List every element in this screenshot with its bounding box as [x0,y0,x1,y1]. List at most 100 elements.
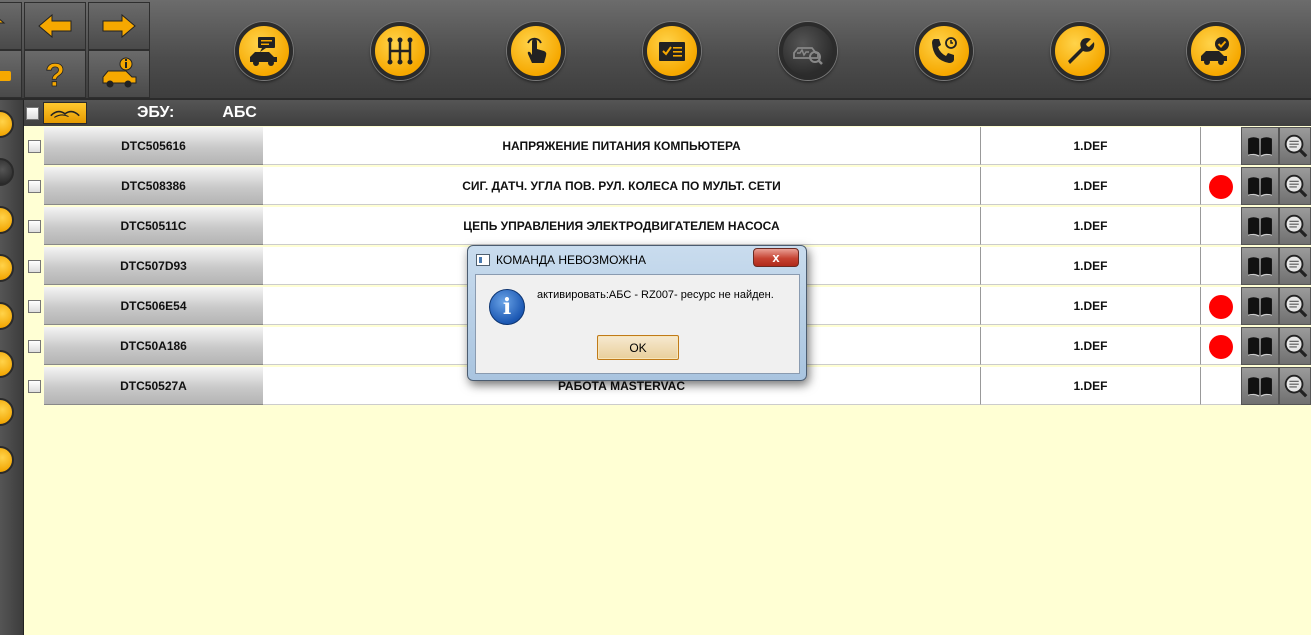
select-all-checkbox[interactable] [26,106,39,120]
vehicle-message-icon [250,37,277,66]
wrench-button[interactable] [1051,22,1109,80]
dialog-close-button[interactable]: x [753,248,799,267]
back-arrow-icon [38,13,72,39]
documentation-button[interactable] [1241,167,1279,205]
details-button[interactable] [1279,327,1311,365]
magnifier-icon [1284,254,1308,278]
magnifier-icon [1284,294,1308,318]
sidebar-button-2[interactable] [0,158,14,186]
left-sidebar [0,100,24,635]
vehicle-message-button[interactable] [235,22,293,80]
help-question-icon: ? [45,57,65,91]
dtc-code[interactable]: DTC506E54 [44,287,263,325]
magnifier-icon [1284,174,1308,198]
documentation-button[interactable] [1241,247,1279,285]
table-row[interactable]: DTC508386 СИГ. ДАТЧ. УГЛА ПОВ. РУЛ. КОЛЕС… [24,166,1311,206]
forward-arrow-icon [102,13,136,39]
dialog-message: активировать:АБС - RZ007- ресурс не найд… [537,289,774,301]
row-checkbox[interactable] [28,300,41,313]
magnifier-icon [1284,334,1308,358]
sidebar-button-1[interactable] [0,110,14,138]
close-icon: x [772,250,780,265]
documentation-button[interactable] [1241,287,1279,325]
help-button[interactable]: ? [24,50,86,98]
phone-support-icon [932,37,957,63]
fault-flag-cell [1201,167,1241,205]
row-checkbox[interactable] [28,140,41,153]
dtc-code[interactable]: DTC507D93 [44,247,263,285]
details-button[interactable] [1279,287,1311,325]
phone-support-button[interactable] [915,22,973,80]
magnifier-icon [1284,134,1308,158]
book-icon [1247,137,1273,157]
row-checkbox[interactable] [28,380,41,393]
sidebar-button-8[interactable] [0,446,14,474]
fault-flag-cell [1201,367,1241,405]
vehicle-info-button[interactable] [88,50,150,98]
book-icon [1247,257,1273,277]
vehicle-button[interactable] [0,50,22,98]
dtc-code[interactable]: DTC505616 [44,127,263,165]
checklist-button[interactable] [643,22,701,80]
vehicle-diagnostic-button[interactable] [779,22,837,80]
row-checkbox[interactable] [28,260,41,273]
book-icon [1247,177,1273,197]
dtc-description: ЦЕПЬ УПРАВЛЕНИЯ ЭЛЕКТРОДВИГАТЕЛЕМ НАСОСА [263,207,981,245]
dtc-status: 1.DEF [981,247,1201,285]
back-button[interactable] [24,2,86,50]
sidebar-button-5[interactable] [0,302,14,330]
details-button[interactable] [1279,167,1311,205]
gear-shift-icon [387,37,413,65]
sidebar-button-4[interactable] [0,254,14,282]
table-row[interactable]: DTC505616 НАПРЯЖЕНИЕ ПИТАНИЯ КОМПЬЮТЕРА 1.… [24,126,1311,166]
table-row[interactable]: DTC50511C ЦЕПЬ УПРАВЛЕНИЯ ЭЛЕКТРОДВИГАТЕЛ… [24,206,1311,246]
window-app-icon [476,254,490,266]
row-checkbox[interactable] [28,180,41,193]
fault-indicator-dot [1209,175,1233,199]
dtc-code[interactable]: DTC50527A [44,367,263,405]
dtc-description: СИГ. ДАТЧ. УГЛА ПОВ. РУЛ. КОЛЕСА ПО МУЛЬ… [263,167,981,205]
details-button[interactable] [1279,247,1311,285]
nav-up-button[interactable] [0,2,22,50]
dtc-code[interactable]: DTC50511C [44,207,263,245]
dialog-title: КОМАНДА НЕВОЗМОЖНА [496,253,646,267]
details-button[interactable] [1279,127,1311,165]
vehicle-check-button[interactable] [1187,22,1245,80]
info-icon: i [489,289,525,325]
sidebar-button-7[interactable] [0,398,14,426]
fault-flag-cell [1201,207,1241,245]
dtc-status: 1.DEF [981,207,1201,245]
fault-flag-cell [1201,327,1241,365]
documentation-button[interactable] [1241,367,1279,405]
main-toolbar: ? [0,0,1311,100]
book-icon [1247,217,1273,237]
error-dialog: КОМАНДА НЕВОЗМОЖНА x i активировать:АБС … [467,245,807,381]
details-button[interactable] [1279,367,1311,405]
dtc-status: 1.DEF [981,327,1201,365]
app-window: ? ЭБУ: АБС DTC505616 НАПРЯЖЕНИЕ ПИТАНИЯ … [0,0,1311,635]
touch-hand-icon [527,37,547,63]
forward-button[interactable] [88,2,150,50]
fault-indicator-dot [1209,295,1233,319]
brand-logo [43,102,87,124]
gear-shift-button[interactable] [371,22,429,80]
details-button[interactable] [1279,207,1311,245]
dtc-status: 1.DEF [981,287,1201,325]
book-icon [1247,377,1273,397]
sidebar-button-3[interactable] [0,206,14,234]
dtc-code[interactable]: DTC508386 [44,167,263,205]
row-checkbox[interactable] [28,220,41,233]
documentation-button[interactable] [1241,127,1279,165]
sidebar-button-6[interactable] [0,350,14,378]
dialog-title-bar: КОМАНДА НЕВОЗМОЖНА [476,251,646,269]
dtc-status: 1.DEF [981,167,1201,205]
touch-hand-button[interactable] [507,22,565,80]
dtc-code[interactable]: DTC50A186 [44,327,263,365]
book-icon [1247,297,1273,317]
documentation-button[interactable] [1241,207,1279,245]
row-checkbox[interactable] [28,340,41,353]
documentation-button[interactable] [1241,327,1279,365]
dtc-description: НАПРЯЖЕНИЕ ПИТАНИЯ КОМПЬЮТЕРА [263,127,981,165]
dtc-status: 1.DEF [981,367,1201,405]
ok-button[interactable]: OK [597,335,679,360]
